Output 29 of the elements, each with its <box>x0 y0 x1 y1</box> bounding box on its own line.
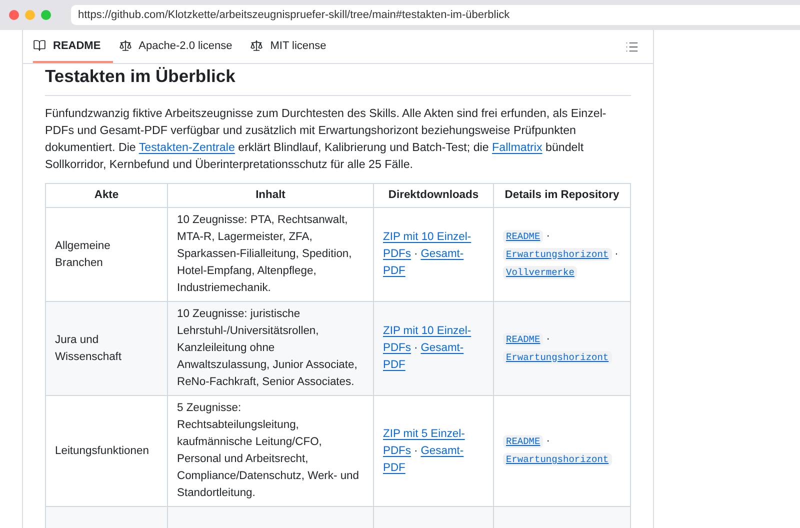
minimize-window-dot[interactable] <box>25 10 35 20</box>
separator-dot: · <box>546 435 550 447</box>
code-link[interactable]: Erwartungshorizont <box>503 350 612 364</box>
readme-tab[interactable]: Apache-2.0 license <box>118 30 244 63</box>
address-bar[interactable]: https://github.com/Klotzkette/arbeitszeugnispruefer-skill/tree/main#testakten-im-überblick <box>71 5 800 25</box>
column-header: Inhalt <box>168 184 374 208</box>
column-header: Details im Repository <box>494 184 630 208</box>
column-header: Akte <box>46 184 168 208</box>
code-link[interactable]: Erwartungshorizont <box>503 248 612 260</box>
separator-dot: · <box>614 248 618 260</box>
column-header: Direktdownloads <box>374 184 494 208</box>
readme-tab[interactable]: MIT license <box>250 30 338 63</box>
separator-dot: · <box>546 230 550 242</box>
text-link[interactable]: Fallmatrix <box>492 141 542 154</box>
code-link[interactable]: README <box>503 332 544 346</box>
text-link[interactable]: Testakten-Zentrale <box>138 141 235 154</box>
maximize-window-dot[interactable] <box>41 10 51 20</box>
scale-icon <box>250 39 264 52</box>
book-icon <box>33 39 46 52</box>
separator-dot: · <box>546 332 550 344</box>
code-link[interactable]: Erwartungshorizont <box>503 453 612 466</box>
code-link[interactable]: README <box>503 230 544 242</box>
readme-tab[interactable]: README <box>33 30 113 63</box>
code-link[interactable]: README <box>503 435 544 448</box>
scale-icon <box>118 39 132 52</box>
code-link[interactable]: Vollvermerke <box>503 266 578 278</box>
intro-paragraph: Fünfundzwanzig fiktive Arbeitszeugnisse zum Durchtesten des Skills. Alle Akten sind frei erfunden, als Einzel-PDFs und Gesamt-PDF verfügbar und zusätzlich mit Erwartungshorizont beziehungsweise Prüfpunkten dokumentiert. Die Testakten-Zentrale erklärt Blindlauf, Kalibrierung und Batch-Test; die Fallmatrix bündelt Sollkorridor, Kernbefund und Überinterpretationsschutz für alle 25 Fälle. <box>45 106 608 173</box>
close-window-dot[interactable] <box>9 10 19 20</box>
section-heading: Testakten im Überblick <box>45 64 631 96</box>
